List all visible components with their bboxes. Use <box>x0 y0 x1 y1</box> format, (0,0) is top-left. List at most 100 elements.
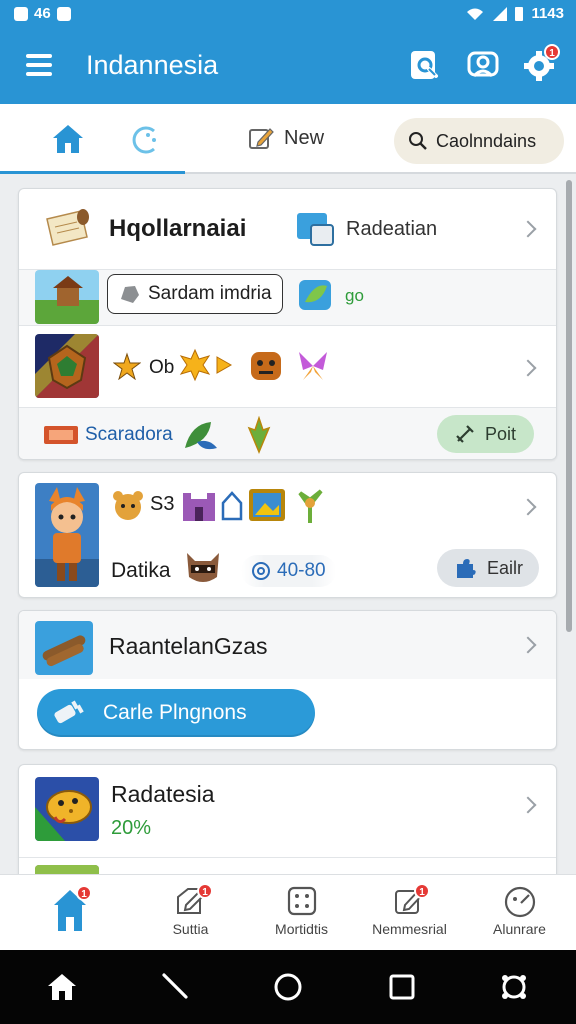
plug-icon <box>54 700 84 724</box>
status-left-text: 46 <box>34 5 51 22</box>
bottom-nav-nemmesrial-label: Nemmesrial <box>372 921 447 937</box>
star-icon <box>113 352 141 380</box>
search-chip-label: Caolnndains <box>436 130 537 151</box>
nemmesrial-badge: 1 <box>414 883 430 899</box>
search-icon <box>409 132 427 150</box>
tab-bar: New Caolnndains <box>0 104 576 174</box>
card-1-chip-row: Sardam imdria go <box>19 269 556 325</box>
point-button-label: Poit <box>485 423 517 444</box>
chip-sardam[interactable]: Sardam imdria <box>107 274 283 314</box>
notification-icon <box>14 6 28 21</box>
dice-icon <box>287 886 316 916</box>
card-1-footer: Scaradora Poit <box>19 407 556 459</box>
card-1-header[interactable]: Hqollarnaiai Radeatian <box>19 189 556 269</box>
monster-face-icon <box>251 352 281 380</box>
chip-tag-label: go <box>345 286 364 305</box>
face-icon <box>504 886 535 918</box>
bottom-nav: 1 1 Suttia Mortidtis 1 Nemmesrial Alunra… <box>0 874 576 950</box>
system-circle-icon[interactable] <box>270 969 306 1005</box>
card-3-header[interactable]: RaantelanGzas <box>19 611 556 679</box>
bottom-nav-alunrare[interactable]: Alunrare <box>462 875 576 951</box>
settings-badge: 1 <box>544 44 560 60</box>
suttia-badge: 1 <box>197 883 213 899</box>
sword-icon <box>456 425 474 443</box>
icon-row-text: Ob <box>149 357 175 378</box>
at-icon <box>252 562 270 580</box>
bottom-nav-home[interactable]: 1 <box>12 875 127 951</box>
butterfly-icon <box>299 352 327 380</box>
status-time: 1143 <box>531 5 564 22</box>
system-assistant-icon[interactable] <box>496 969 532 1005</box>
card-3-body: Carle Plngnons <box>19 679 556 749</box>
wifi-icon <box>467 8 484 20</box>
bottom-nav-alunrare-label: Alunrare <box>493 921 546 937</box>
village-thumbnail-icon <box>35 270 99 324</box>
fish-bait-icon <box>35 777 99 841</box>
sun-burst-icon <box>179 348 233 382</box>
scroll-icon <box>46 209 89 246</box>
card-4-title: Radatesia <box>111 781 215 807</box>
card-2-subtitle: Datika <box>111 559 171 582</box>
home-badge: 1 <box>76 885 92 901</box>
bottom-nav-nemmesrial[interactable]: 1 Nemmesrial <box>352 875 467 951</box>
bottom-nav-suttia[interactable]: 1 Suttia <box>133 875 248 951</box>
chevron-right-icon <box>519 636 537 654</box>
card-3-title: RaantelanGzas <box>109 633 268 659</box>
menu-icon[interactable] <box>26 54 52 76</box>
search-chip[interactable]: Caolnndains <box>394 118 564 164</box>
picture-frame-icon <box>249 489 285 521</box>
puzzle-icon <box>457 559 476 578</box>
rock-icon <box>121 286 139 303</box>
card-1-header-right-label: Radeatian <box>346 218 438 240</box>
wood-logs-icon <box>35 621 93 675</box>
edit-icon <box>249 128 274 149</box>
sprout-icon <box>298 489 323 523</box>
raccoon-icon <box>187 553 219 582</box>
card-1: Hqollarnaiai Radeatian Sardam imdria go <box>18 188 557 460</box>
search-doc-icon[interactable] <box>408 48 442 82</box>
bear-icon <box>113 491 143 520</box>
bottom-nav-suttia-label: Suttia <box>172 921 209 937</box>
card-3: RaantelanGzas Carle Plngnons <box>18 610 557 750</box>
bottom-nav-mortidtis[interactable]: Mortidtis <box>244 875 359 951</box>
card-1-icon-row[interactable]: Ob <box>19 325 556 407</box>
eailr-button[interactable]: Eailr <box>437 549 540 587</box>
card-4-divider <box>19 857 556 858</box>
castle-icon <box>183 493 215 521</box>
ticket-icon <box>44 426 78 444</box>
tab-new[interactable]: New <box>248 126 324 150</box>
device-icon <box>297 213 334 246</box>
house-icon <box>221 491 243 521</box>
counter-chip: 40-80 <box>241 555 336 587</box>
carle-plngnons-label: Carle Plngnons <box>103 701 247 724</box>
scrollbar[interactable] <box>566 180 572 632</box>
tab-sync-icon[interactable] <box>126 122 162 158</box>
card-4-progress: 20% <box>111 817 152 839</box>
card-2-glyph: S3 <box>150 493 175 515</box>
chevron-right-icon <box>519 796 537 814</box>
system-back-icon[interactable] <box>158 969 194 1005</box>
system-nav-bar <box>0 950 576 1024</box>
signal-icon <box>493 6 508 21</box>
status-bar: 46 1143 <box>0 0 576 28</box>
card-2[interactable]: S3 Datika 40-80 Eailr <box>18 472 557 598</box>
leaf-cluster-icon <box>185 422 217 450</box>
carle-plngnons-button[interactable]: Carle Plngnons <box>37 689 315 737</box>
tab-new-label: New <box>284 126 325 149</box>
battery-icon <box>515 6 524 21</box>
chevron-right-icon <box>519 220 537 238</box>
app-bar: Indannesia 1 <box>0 28 576 104</box>
card-1-title: Hqollarnaiai <box>109 215 247 242</box>
point-button[interactable]: Poit <box>437 415 535 453</box>
message-icon <box>56 6 71 21</box>
profile-icon[interactable] <box>466 48 500 82</box>
system-recents-icon[interactable] <box>384 969 420 1005</box>
chevron-right-icon <box>519 359 537 377</box>
shield-badge-icon <box>35 334 99 398</box>
footer-link[interactable]: Scaradora <box>85 424 173 446</box>
bottom-nav-mortidtis-label: Mortidtis <box>275 921 328 937</box>
eailr-button-label: Eailr <box>487 557 524 578</box>
system-home-icon[interactable] <box>44 969 80 1005</box>
tab-home-icon[interactable] <box>50 122 86 156</box>
chip-sardam-label: Sardam imdria <box>148 283 272 304</box>
